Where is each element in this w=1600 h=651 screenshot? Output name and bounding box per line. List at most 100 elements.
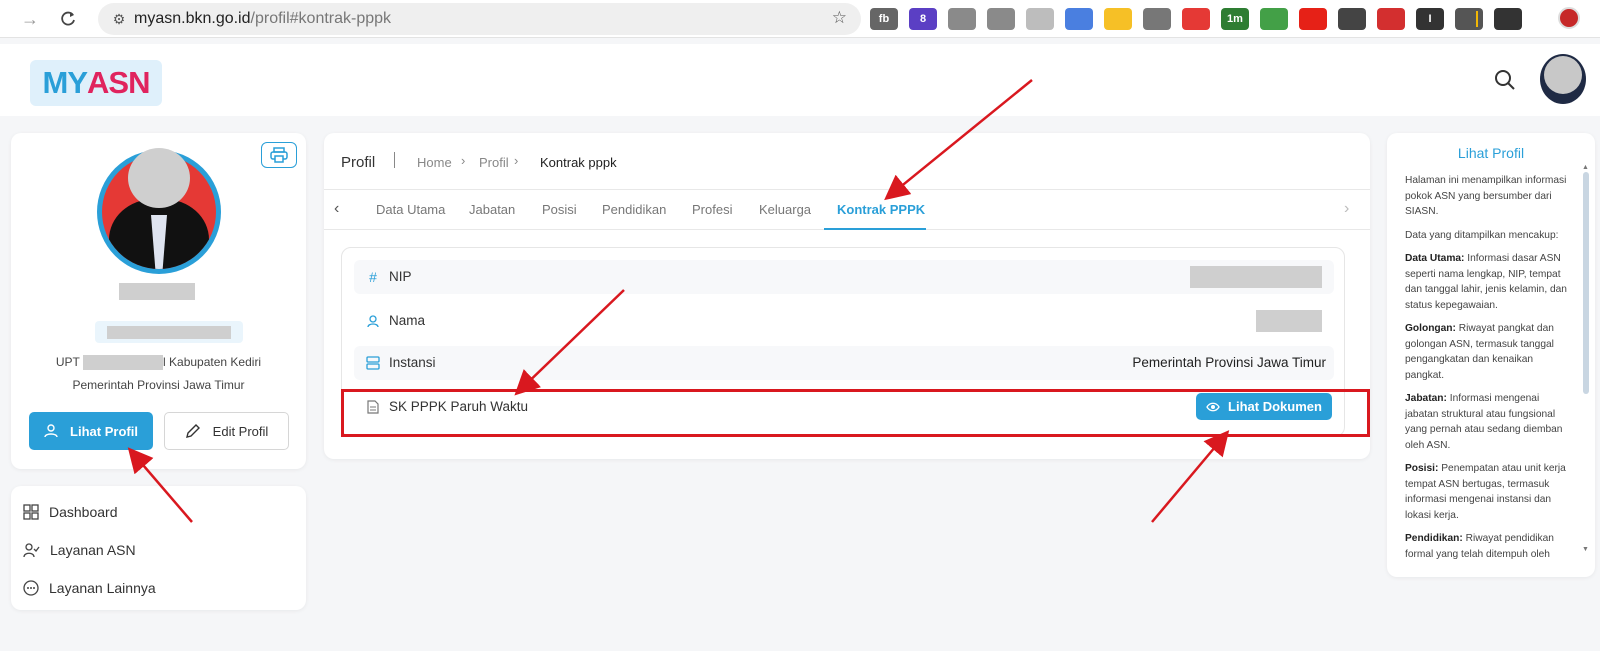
search-icon[interactable] bbox=[1493, 68, 1517, 92]
help-item: Pendidikan: Riwayat pendidikan formal ya… bbox=[1405, 533, 1554, 560]
cursor-ext-icon[interactable]: I bbox=[1416, 8, 1444, 30]
tab-bar: ‹ Data Utama Jabatan Posisi Pendidikan P… bbox=[324, 189, 1370, 230]
myasn-logo[interactable]: MY ASN bbox=[30, 60, 162, 106]
address-bar[interactable]: ⚙ myasn.bkn.go.id/profil#kontrak-pppk ☆ bbox=[98, 3, 861, 35]
scroll-down-icon[interactable]: ▼ bbox=[1582, 546, 1589, 553]
nav-item-layanan-lainnya[interactable]: Layanan Lainnya bbox=[23, 577, 156, 599]
hash-icon: # bbox=[369, 269, 377, 285]
forward-icon[interactable]: → bbox=[12, 1, 48, 37]
fb-ext-icon[interactable]: fb bbox=[870, 8, 898, 30]
nav-label: Dashboard bbox=[49, 504, 118, 520]
tab-scroll-left-icon[interactable]: ‹ bbox=[334, 200, 339, 218]
help-scrollbar[interactable] bbox=[1583, 172, 1589, 394]
timer-ext-icon[interactable]: 1m bbox=[1221, 8, 1249, 30]
browser-toolbar: → ⚙ myasn.bkn.go.id/profil#kontrak-pppk … bbox=[0, 0, 1600, 38]
active-tab-indicator bbox=[824, 228, 926, 230]
browser-profile-avatar[interactable] bbox=[1558, 7, 1580, 29]
nip-badge bbox=[95, 321, 243, 343]
nama-label: Nama bbox=[389, 313, 426, 328]
help-item: Data Utama: Informasi dasar ASN seperti … bbox=[1405, 253, 1567, 311]
help-panel: Lihat Profil Halaman ini menampilkan inf… bbox=[1387, 133, 1595, 577]
pokeball-ext-icon[interactable] bbox=[1182, 8, 1210, 30]
stack-ext-icon[interactable]: 8 bbox=[909, 8, 937, 30]
tab-profesi[interactable]: Profesi bbox=[692, 202, 732, 217]
link-ext-icon[interactable] bbox=[1143, 8, 1171, 30]
playlist-ext-icon[interactable] bbox=[1494, 8, 1522, 30]
youtube-ext-icon[interactable] bbox=[1299, 8, 1327, 30]
tab-keluarga[interactable]: Keluarga bbox=[759, 202, 811, 217]
instansi-label: Instansi bbox=[389, 355, 436, 370]
nip-redaction bbox=[1190, 266, 1322, 288]
help-item: Golongan: Riwayat pangkat dan golongan A… bbox=[1405, 323, 1554, 381]
chevron-right-icon: › bbox=[514, 153, 519, 168]
tab-jabatan[interactable]: Jabatan bbox=[469, 202, 515, 217]
face-redaction bbox=[128, 148, 190, 208]
red-circle-ext-icon[interactable] bbox=[1377, 8, 1405, 30]
edit-profile-label: Edit Profil bbox=[212, 423, 269, 439]
org-text: Pemerintah Provinsi Jawa Timur bbox=[72, 378, 245, 392]
user-check-icon bbox=[23, 543, 40, 558]
breadcrumb-home[interactable]: Home bbox=[417, 155, 452, 170]
translate-ext-icon[interactable] bbox=[1065, 8, 1093, 30]
reload-icon[interactable] bbox=[50, 1, 86, 37]
extensions-bar: fb 8 1m I bbox=[870, 4, 1533, 34]
nav-item-layanan-asn[interactable]: Layanan ASN bbox=[23, 539, 136, 561]
qr-ext-icon[interactable] bbox=[1338, 8, 1366, 30]
unit-redaction bbox=[83, 355, 164, 371]
nama-redaction bbox=[1256, 310, 1322, 332]
chevron-right-icon: › bbox=[461, 153, 466, 168]
bookmark-star-icon[interactable]: ☆ bbox=[832, 8, 847, 28]
tab-scroll-right-icon[interactable]: › bbox=[1344, 200, 1349, 218]
user-icon bbox=[364, 312, 382, 330]
user-icon bbox=[44, 424, 58, 438]
help-title: Lihat Profil bbox=[1457, 145, 1525, 161]
help-list-intro: Data yang ditampilkan mencakup: bbox=[1405, 229, 1559, 241]
row-instansi: Instansi Pemerintah Provinsi Jawa Timur bbox=[354, 346, 1334, 380]
tab-pendidikan[interactable]: Pendidikan bbox=[602, 202, 666, 217]
breadcrumb-divider bbox=[394, 152, 395, 168]
printer-icon bbox=[270, 147, 288, 163]
edit-profile-button[interactable]: Edit Profil bbox=[164, 412, 289, 450]
row-nip: # NIP bbox=[354, 260, 1334, 294]
gallery-ext-icon[interactable] bbox=[948, 8, 976, 30]
tab-kontrak-pppk[interactable]: Kontrak PPPK bbox=[837, 202, 925, 217]
page-title: Profil bbox=[341, 154, 376, 171]
site-settings-icon[interactable]: ⚙ bbox=[104, 11, 134, 28]
grid-icon bbox=[23, 504, 39, 520]
camera-ext-icon[interactable] bbox=[987, 8, 1015, 30]
instansi-value: Pemerintah Provinsi Jawa Timur bbox=[1132, 355, 1326, 370]
toolbar-divider bbox=[1476, 11, 1478, 27]
user-avatar[interactable] bbox=[1540, 54, 1586, 104]
help-intro: Halaman ini menampilkan informasi pokok … bbox=[1405, 175, 1567, 217]
annotation-highlight-box bbox=[341, 389, 1370, 437]
profile-card: UPT l Kabupaten Kediri Pemerintah Provin… bbox=[11, 133, 306, 469]
view-profile-button[interactable]: Lihat Profil bbox=[29, 412, 153, 450]
print-button[interactable] bbox=[261, 142, 297, 168]
logo-my: MY bbox=[42, 65, 88, 100]
nav-label: Layanan ASN bbox=[50, 542, 136, 558]
globe-ext-icon[interactable] bbox=[1260, 8, 1288, 30]
name-redaction bbox=[119, 283, 195, 300]
url-path: /profil#kontrak-pppk bbox=[250, 10, 392, 27]
breadcrumb-current: Kontrak pppk bbox=[540, 155, 617, 170]
breadcrumb-profil[interactable]: Profil bbox=[479, 155, 509, 170]
nav-item-dashboard[interactable]: Dashboard bbox=[23, 501, 118, 523]
app-header: MY ASN bbox=[0, 44, 1600, 116]
tab-posisi[interactable]: Posisi bbox=[542, 202, 577, 217]
tab-data-utama[interactable]: Data Utama bbox=[376, 202, 445, 217]
side-nav: Dashboard Layanan ASN Layanan Lainnya bbox=[11, 486, 306, 610]
url-host: myasn.bkn.go.id bbox=[134, 10, 251, 27]
unit-text: UPT l Kabupaten Kediri bbox=[55, 355, 262, 371]
logo-asn: ASN bbox=[87, 65, 150, 100]
note-ext-icon[interactable] bbox=[1026, 8, 1054, 30]
nav-label: Layanan Lainnya bbox=[49, 580, 156, 596]
server-icon bbox=[364, 354, 382, 372]
scroll-up-icon[interactable]: ▲ bbox=[1582, 164, 1589, 171]
row-nama: Nama bbox=[354, 304, 1334, 338]
nip-label: NIP bbox=[389, 269, 412, 284]
help-item: Jabatan: Informasi mengenai jabatan stru… bbox=[1405, 393, 1563, 451]
more-icon bbox=[23, 580, 39, 596]
pencil-icon bbox=[185, 424, 200, 438]
puzzle-ext-icon[interactable] bbox=[1455, 8, 1483, 30]
keep-ext-icon[interactable] bbox=[1104, 8, 1132, 30]
